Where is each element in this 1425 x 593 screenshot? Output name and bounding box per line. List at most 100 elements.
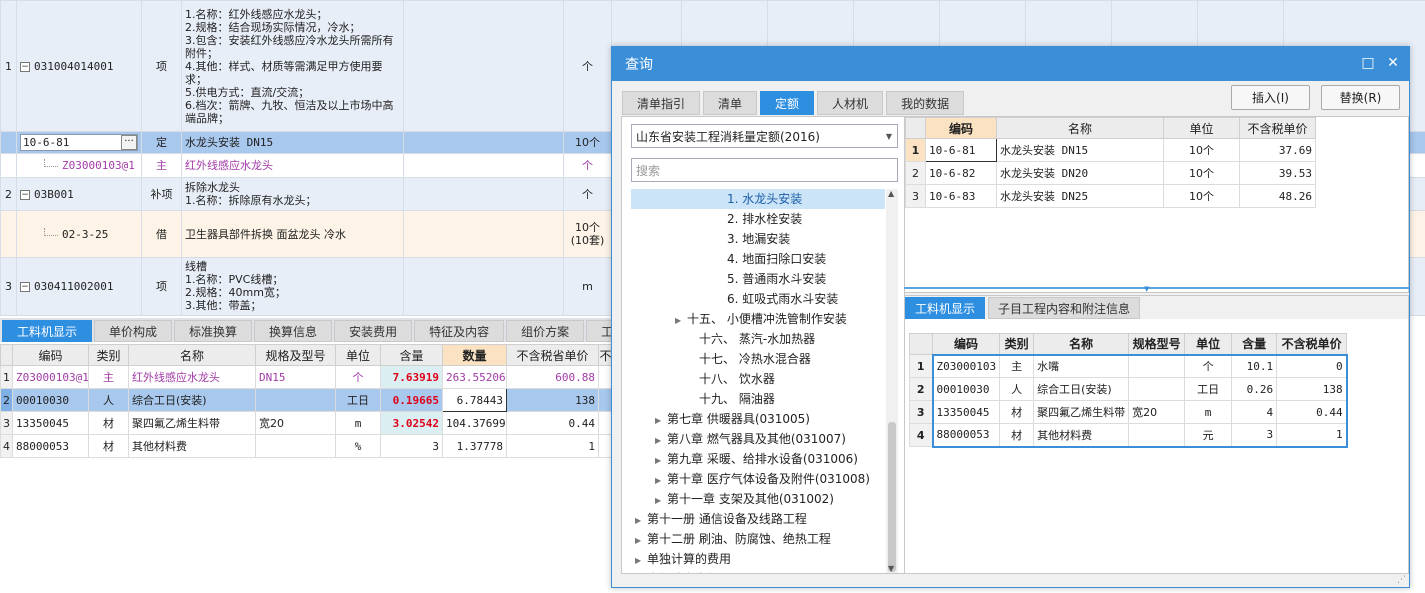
tree-item[interactable]: ▶ 第九章 采暖、给排水设备(031006) bbox=[631, 449, 885, 469]
expand-arrow-icon[interactable]: ▶ bbox=[655, 471, 667, 491]
table-row[interactable]: 4 88000053 材 其他材料费 元 3 1 bbox=[909, 423, 1348, 448]
item-code-cell[interactable]: Z03000103@1 bbox=[16, 153, 142, 178]
quota-library-select[interactable]: 山东省安装工程消耗量定额(2016) ▼ bbox=[631, 124, 898, 148]
tab-unit-price-composition[interactable]: 单价构成 bbox=[94, 320, 173, 342]
scroll-up-icon[interactable]: ▲ bbox=[888, 189, 894, 198]
col-unit[interactable]: 单位 bbox=[1184, 333, 1233, 355]
expand-arrow-icon[interactable]: ▶ bbox=[655, 491, 667, 511]
quantity-edit-input[interactable]: 6.78443 bbox=[442, 388, 507, 412]
tab-quota[interactable]: 定额 bbox=[760, 91, 815, 115]
scroll-down-icon[interactable]: ▼ bbox=[888, 564, 894, 573]
expand-arrow-icon[interactable]: ▶ bbox=[635, 571, 647, 573]
col-content[interactable]: 含量 bbox=[1231, 333, 1278, 355]
collapse-icon[interactable]: − bbox=[20, 61, 30, 72]
item-code-cell[interactable]: −03B001 bbox=[16, 177, 142, 211]
tree-item[interactable]: ▶ 第十二册 刷油、防腐蚀、绝热工程 bbox=[631, 529, 885, 549]
tree-item[interactable]: ▶ 第十章 医疗气体设备及附件(031008) bbox=[631, 469, 885, 489]
table-row[interactable]: 1 Z03000103 主 水嘴 个 10.1 0 bbox=[909, 353, 1348, 378]
table-row[interactable]: 3 10-6-83 水龙头安装 DN25 10个 48.26 bbox=[905, 184, 1316, 208]
tab-bill-guide[interactable]: 清单指引 bbox=[622, 91, 701, 115]
expand-arrow-icon[interactable]: ▶ bbox=[635, 531, 647, 551]
col-price[interactable]: 不含税单价 bbox=[1276, 333, 1348, 355]
tab-truncated[interactable]: 工 bbox=[586, 320, 612, 342]
tree-item[interactable]: ▶未包补充定额 bbox=[631, 569, 885, 573]
expand-arrow-icon[interactable]: ▶ bbox=[655, 431, 667, 451]
table-row[interactable]: 2 00010030 人 综合工日(安装) 工日 0.26 138 bbox=[909, 377, 1348, 401]
expand-arrow-icon[interactable]: ▶ bbox=[655, 451, 667, 471]
col-unit[interactable]: 单位 bbox=[1163, 117, 1240, 139]
tab-features-content[interactable]: 特征及内容 bbox=[414, 320, 505, 342]
tree-item[interactable]: 十七、 冷热水混合器 bbox=[631, 349, 885, 369]
tree-item[interactable]: 十九、 隔油器 bbox=[631, 389, 885, 409]
tab-conversion-info[interactable]: 换算信息 bbox=[254, 320, 333, 342]
col-spec[interactable]: 规格及型号 bbox=[255, 344, 336, 366]
item-code-cell[interactable]: 02-3-25 bbox=[16, 210, 142, 258]
tree-item[interactable]: 1. 水龙头安装 bbox=[631, 189, 885, 209]
tree-scrollbar[interactable]: ▲ ▼ bbox=[886, 189, 898, 573]
table-row[interactable]: 4 88000053 材 其他材料费 % 3 1.37778 1 bbox=[0, 434, 613, 458]
expand-arrow-icon[interactable]: ▶ bbox=[655, 411, 667, 431]
tab-standard-conversion[interactable]: 标准换算 bbox=[174, 320, 253, 342]
table-row[interactable]: 2 10-6-82 水龙头安装 DN20 10个 39.53 bbox=[905, 161, 1316, 185]
item-code-cell[interactable]: −030411002001 bbox=[16, 257, 142, 316]
tab-installation-fees[interactable]: 安装费用 bbox=[334, 320, 413, 342]
more-options-icon[interactable]: ··· bbox=[121, 135, 137, 150]
item-code-cell[interactable]: −031004014001 bbox=[16, 0, 142, 132]
collapse-icon[interactable]: − bbox=[20, 282, 30, 292]
col-price[interactable]: 不含税单价 bbox=[1239, 117, 1316, 139]
col-name[interactable]: 名称 bbox=[1033, 333, 1130, 355]
tree-item[interactable]: ▶ 第七章 供暖器具(031005) bbox=[631, 409, 885, 429]
col-content[interactable]: 含量 bbox=[380, 344, 443, 366]
table-row-selected[interactable]: 2 00010030 人 综合工日(安装) 工日 0.19665 6.78443… bbox=[0, 388, 613, 412]
maximize-icon[interactable]: □ bbox=[1360, 55, 1376, 71]
pane-splitter[interactable]: ▼ bbox=[904, 285, 1409, 293]
tree-item[interactable]: 2. 排水栓安装 bbox=[631, 209, 885, 229]
col-name[interactable]: 名称 bbox=[128, 344, 256, 366]
tree-item[interactable]: ▶ 第八章 燃气器具及其他(031007) bbox=[631, 429, 885, 449]
tree-item[interactable]: 3. 地漏安装 bbox=[631, 229, 885, 249]
tab-labor-material-machine[interactable]: 工料机显示 bbox=[2, 320, 93, 342]
tab-labor-material-machine[interactable]: 人材机 bbox=[817, 91, 884, 115]
col-code[interactable]: 编码 bbox=[925, 117, 997, 139]
collapse-arrow-icon[interactable]: ▼ bbox=[1144, 285, 1149, 293]
col-name[interactable]: 名称 bbox=[996, 117, 1164, 139]
col-unit[interactable]: 单位 bbox=[335, 344, 381, 366]
tree-item[interactable]: 5. 普通雨水斗安装 bbox=[631, 269, 885, 289]
tab-bill[interactable]: 清单 bbox=[703, 91, 758, 115]
item-description-cell[interactable]: 拆除水龙头 1.名称：拆除原有水龙头； bbox=[181, 177, 404, 211]
search-input[interactable]: 搜索 bbox=[631, 158, 898, 182]
tab-my-data[interactable]: 我的数据 bbox=[886, 91, 965, 115]
expand-arrow-icon[interactable]: ▶ bbox=[675, 311, 687, 331]
col-category[interactable]: 类别 bbox=[999, 333, 1035, 355]
item-code-cell[interactable]: 10-6-81 ··· bbox=[16, 131, 142, 154]
expand-arrow-icon[interactable]: ▶ bbox=[635, 511, 647, 531]
tab-work-content-notes[interactable]: 子目工程内容和附注信息 bbox=[988, 297, 1141, 319]
expand-arrow-icon[interactable]: ▶ bbox=[635, 551, 647, 571]
table-row[interactable]: 3 13350045 材 聚四氟乙烯生料带 宽20 m 4 0.44 bbox=[909, 400, 1348, 424]
tree-item[interactable]: ▶ 第十一章 支架及其他(031002) bbox=[631, 489, 885, 509]
resize-grip-icon[interactable]: ⋰ bbox=[1397, 575, 1406, 585]
tree-item[interactable]: 6. 虹吸式雨水斗安装 bbox=[631, 289, 885, 309]
table-row[interactable]: 3 13350045 材 聚四氟乙烯生料带 宽20 m 3.02542 104.… bbox=[0, 411, 613, 435]
col-price[interactable]: 不含税省单价 bbox=[506, 344, 599, 366]
table-row[interactable]: 1 Z03000103@1 主 红外线感应水龙头 DN15 个 7.63919 … bbox=[0, 365, 613, 389]
insert-button[interactable]: 插入(I) bbox=[1231, 85, 1310, 110]
col-quantity[interactable]: 数量 bbox=[442, 344, 507, 366]
col-code[interactable]: 编码 bbox=[931, 333, 1001, 355]
col-category[interactable]: 类别 bbox=[88, 344, 129, 366]
tree-item[interactable]: 4. 地面扫除口安装 bbox=[631, 249, 885, 269]
item-description-cell[interactable]: 卫生器具部件拆换 面盆龙头 冷水 bbox=[181, 210, 404, 258]
tree-item[interactable]: ▶ 第十一册 通信设备及线路工程 bbox=[631, 509, 885, 529]
tree-item[interactable]: ▶ 十五、 小便槽冲洗管制作安装 bbox=[631, 309, 885, 329]
item-description-cell[interactable]: 红外线感应水龙头 bbox=[181, 153, 404, 178]
replace-button[interactable]: 替换(R) bbox=[1321, 85, 1400, 110]
tree-item[interactable]: ▶ 单独计算的费用 bbox=[631, 549, 885, 569]
scrollbar-thumb[interactable] bbox=[888, 422, 896, 572]
close-icon[interactable]: ✕ bbox=[1385, 55, 1401, 71]
tab-resources[interactable]: 工料机显示 bbox=[905, 297, 986, 319]
tree-item[interactable]: 十六、 蒸汽-水加热器 bbox=[631, 329, 885, 349]
item-description-cell[interactable]: 1.名称：红外线感应水龙头； 2.规格：结合现场实际情况，冷水； 3.包含：安装… bbox=[181, 0, 404, 132]
item-description-cell[interactable]: 水龙头安装 DN15 bbox=[181, 131, 404, 154]
dialog-title-bar[interactable]: 查询 □ ✕ bbox=[612, 47, 1409, 81]
item-description-cell[interactable]: 线槽 1.名称：PVC线槽； 2.规格：40mm宽； 3.其他：带盖； bbox=[181, 257, 404, 316]
